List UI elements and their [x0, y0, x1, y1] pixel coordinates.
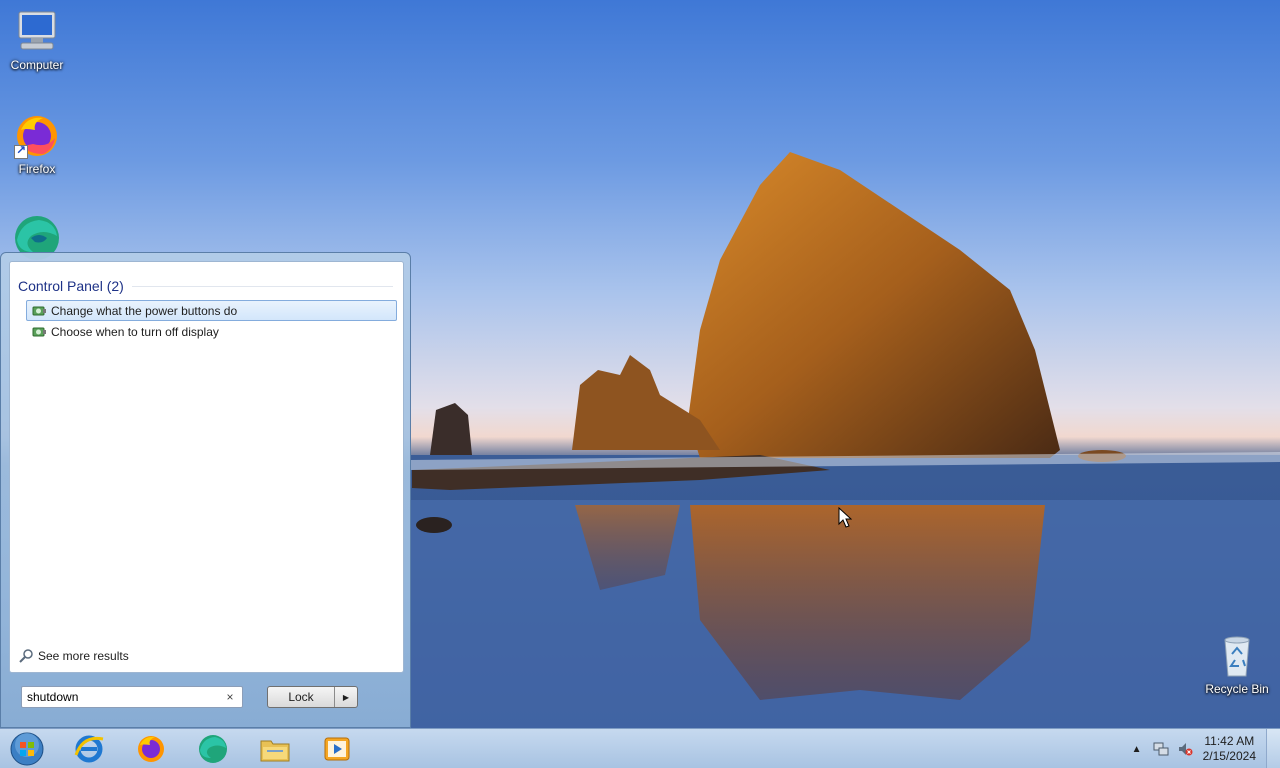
firefox-icon [13, 112, 61, 160]
network-icon[interactable] [1152, 740, 1170, 758]
clock[interactable]: 11:42 AM 2/15/2024 [1203, 734, 1256, 764]
search-icon [19, 649, 33, 663]
taskbar: ▲ 11:42 AM 2/15/2024 [0, 728, 1280, 768]
system-tray: ▲ 11:42 AM 2/15/2024 [1125, 729, 1280, 768]
desktop-icon-computer[interactable]: Computer [0, 8, 74, 72]
desktop-icon-label: Recycle Bin [1205, 682, 1269, 696]
desktop-icon-firefox[interactable]: Firefox [0, 112, 74, 176]
internet-explorer-icon [74, 735, 104, 763]
lock-button[interactable]: Lock [268, 687, 335, 707]
recycle-bin-icon [1213, 632, 1261, 680]
taskbar-file-explorer[interactable] [248, 731, 302, 767]
windows-orb-icon [10, 732, 44, 766]
start-menu: Control Panel (2) Change what the power … [0, 252, 411, 728]
taskbar-internet-explorer[interactable] [62, 731, 116, 767]
start-button[interactable] [0, 731, 54, 767]
power-button-group: Lock ▶ [267, 686, 358, 708]
show-desktop-button[interactable] [1266, 729, 1280, 768]
computer-icon [13, 8, 61, 56]
taskbar-media-player[interactable] [310, 731, 364, 767]
power-options-icon [32, 306, 46, 315]
show-hidden-icons-button[interactable]: ▲ [1128, 740, 1146, 758]
start-search-box[interactable]: × [21, 686, 243, 708]
desktop-icon-label: Firefox [18, 162, 56, 176]
clear-search-icon[interactable]: × [223, 690, 237, 704]
desktop-icon-label: Computer [10, 58, 64, 72]
edge-icon [199, 735, 227, 763]
taskbar-firefox[interactable] [124, 731, 178, 767]
result-change-power-buttons[interactable]: Change what the power buttons do [26, 300, 397, 321]
desktop-icon-recycle-bin[interactable]: Recycle Bin [1200, 632, 1274, 696]
section-title: Control Panel (2) [18, 278, 124, 294]
search-results-panel: Control Panel (2) Change what the power … [9, 261, 404, 673]
results-section-header: Control Panel (2) [18, 278, 393, 294]
firefox-icon [138, 736, 164, 762]
mouse-cursor-icon [838, 507, 852, 528]
clock-time: 11:42 AM [1204, 734, 1255, 748]
see-more-results-link[interactable]: See more results [18, 648, 129, 664]
taskbar-edge[interactable] [186, 731, 240, 767]
shortcut-arrow-icon [14, 143, 28, 159]
result-label: Choose when to turn off display [51, 324, 219, 339]
result-label: Change what the power buttons do [51, 303, 238, 318]
section-divider [131, 285, 393, 287]
start-search-input[interactable] [27, 690, 223, 704]
media-player-icon [324, 737, 350, 761]
clock-date: 2/15/2024 [1202, 749, 1256, 763]
power-options-icon [32, 327, 46, 336]
see-more-label: See more results [38, 649, 129, 663]
folder-icon [260, 740, 290, 762]
result-turn-off-display[interactable]: Choose when to turn off display [26, 321, 397, 342]
power-options-arrow-button[interactable]: ▶ [335, 687, 357, 707]
volume-muted-icon[interactable] [1176, 740, 1194, 758]
